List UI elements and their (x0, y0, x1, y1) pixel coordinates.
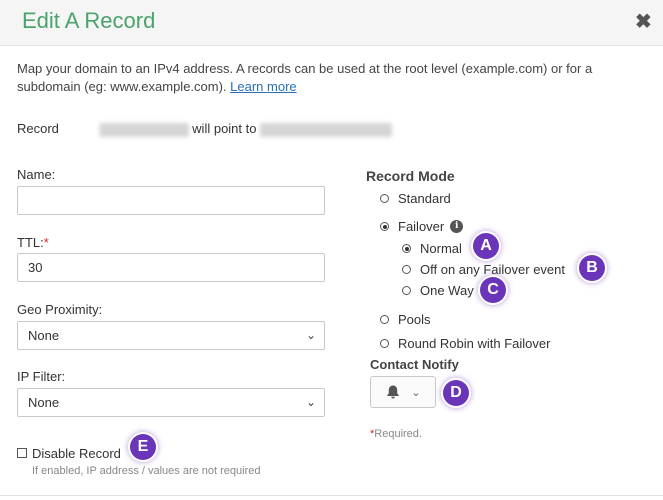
geo-proximity-value: None (28, 328, 60, 343)
radio-one-way[interactable] (402, 286, 411, 295)
close-icon[interactable]: ✖ (635, 9, 652, 34)
mode-option-round-robin[interactable]: Round Robin with Failover (380, 336, 550, 351)
annotation-badge-b: B (579, 255, 605, 281)
disable-record-hint: If enabled, IP address / values are not … (32, 465, 261, 477)
mode-option-label: Pools (398, 312, 431, 327)
record-summary: Record will point to (17, 121, 393, 137)
description: Map your domain to an IPv4 address. A re… (17, 60, 637, 96)
dialog-header: Edit A Record ✖ (0, 0, 663, 46)
learn-more-link[interactable]: Learn more (230, 79, 296, 94)
info-icon[interactable]: i (450, 220, 464, 233)
mode-option-failover[interactable]: Failover i (380, 219, 464, 234)
annotation-badge-c: C (480, 277, 506, 303)
failover-option-label: Off on any Failover event (420, 262, 566, 277)
disable-record-label[interactable]: Disable Record (32, 446, 121, 461)
annotation-badge-e: E (130, 434, 156, 460)
failover-option-label: Normal (420, 241, 462, 256)
radio-off-any[interactable] (402, 265, 411, 274)
chevron-down-icon: ⌄ (305, 328, 316, 342)
failover-option-one-way[interactable]: One Way (402, 283, 474, 298)
radio-failover[interactable] (380, 222, 389, 231)
name-label: Name: (17, 167, 56, 182)
description-text: Map your domain to an IPv4 address. A re… (17, 61, 593, 94)
annotation-badge-a: A (473, 233, 499, 259)
mode-option-label: Standard (398, 191, 451, 206)
ip-filter-value: None (28, 395, 60, 410)
mode-option-pools[interactable]: Pools (380, 312, 431, 327)
mode-option-label: Round Robin with Failover (398, 336, 551, 351)
redacted-hostname (62, 122, 189, 137)
chevron-down-icon: ⌄ (411, 386, 421, 399)
chevron-down-icon: ⌄ (305, 395, 316, 409)
record-mode-title: Record Mode (366, 168, 455, 184)
required-note-text: Required. (374, 428, 422, 440)
required-star: * (43, 235, 49, 250)
record-middle: will point to (192, 121, 257, 136)
geo-proximity-label: Geo Proximity: (17, 302, 103, 317)
radio-normal[interactable] (402, 244, 411, 253)
ip-filter-select[interactable]: None ⌄ (17, 388, 325, 417)
radio-pools[interactable] (380, 315, 389, 324)
divider (0, 495, 663, 496)
bell-icon (387, 385, 400, 399)
geo-proximity-select[interactable]: None ⌄ (17, 321, 325, 350)
record-prefix: Record (17, 121, 59, 136)
annotation-badge-d: D (443, 380, 469, 406)
contact-notify-dropdown[interactable]: ⌄ (370, 376, 436, 408)
failover-option-normal[interactable]: Normal (402, 241, 462, 256)
dialog-title: Edit A Record (22, 8, 156, 33)
redacted-ip (260, 122, 393, 137)
name-field[interactable] (17, 186, 325, 215)
failover-option-off-any[interactable]: Off on any Failover event (402, 262, 565, 277)
ttl-field[interactable] (17, 253, 325, 282)
mode-option-standard[interactable]: Standard (380, 191, 451, 206)
required-note: *Required. (370, 428, 422, 440)
mode-option-label: Failover (398, 219, 445, 234)
contact-notify-title: Contact Notify (370, 357, 459, 372)
radio-standard[interactable] (380, 194, 389, 203)
ttl-label: TTL:* (17, 235, 49, 250)
radio-round-robin[interactable] (380, 339, 389, 348)
disable-record-checkbox[interactable] (17, 448, 27, 458)
failover-option-label: One Way (420, 283, 474, 298)
ttl-label-text: TTL: (17, 235, 44, 250)
ip-filter-label: IP Filter: (17, 369, 66, 384)
